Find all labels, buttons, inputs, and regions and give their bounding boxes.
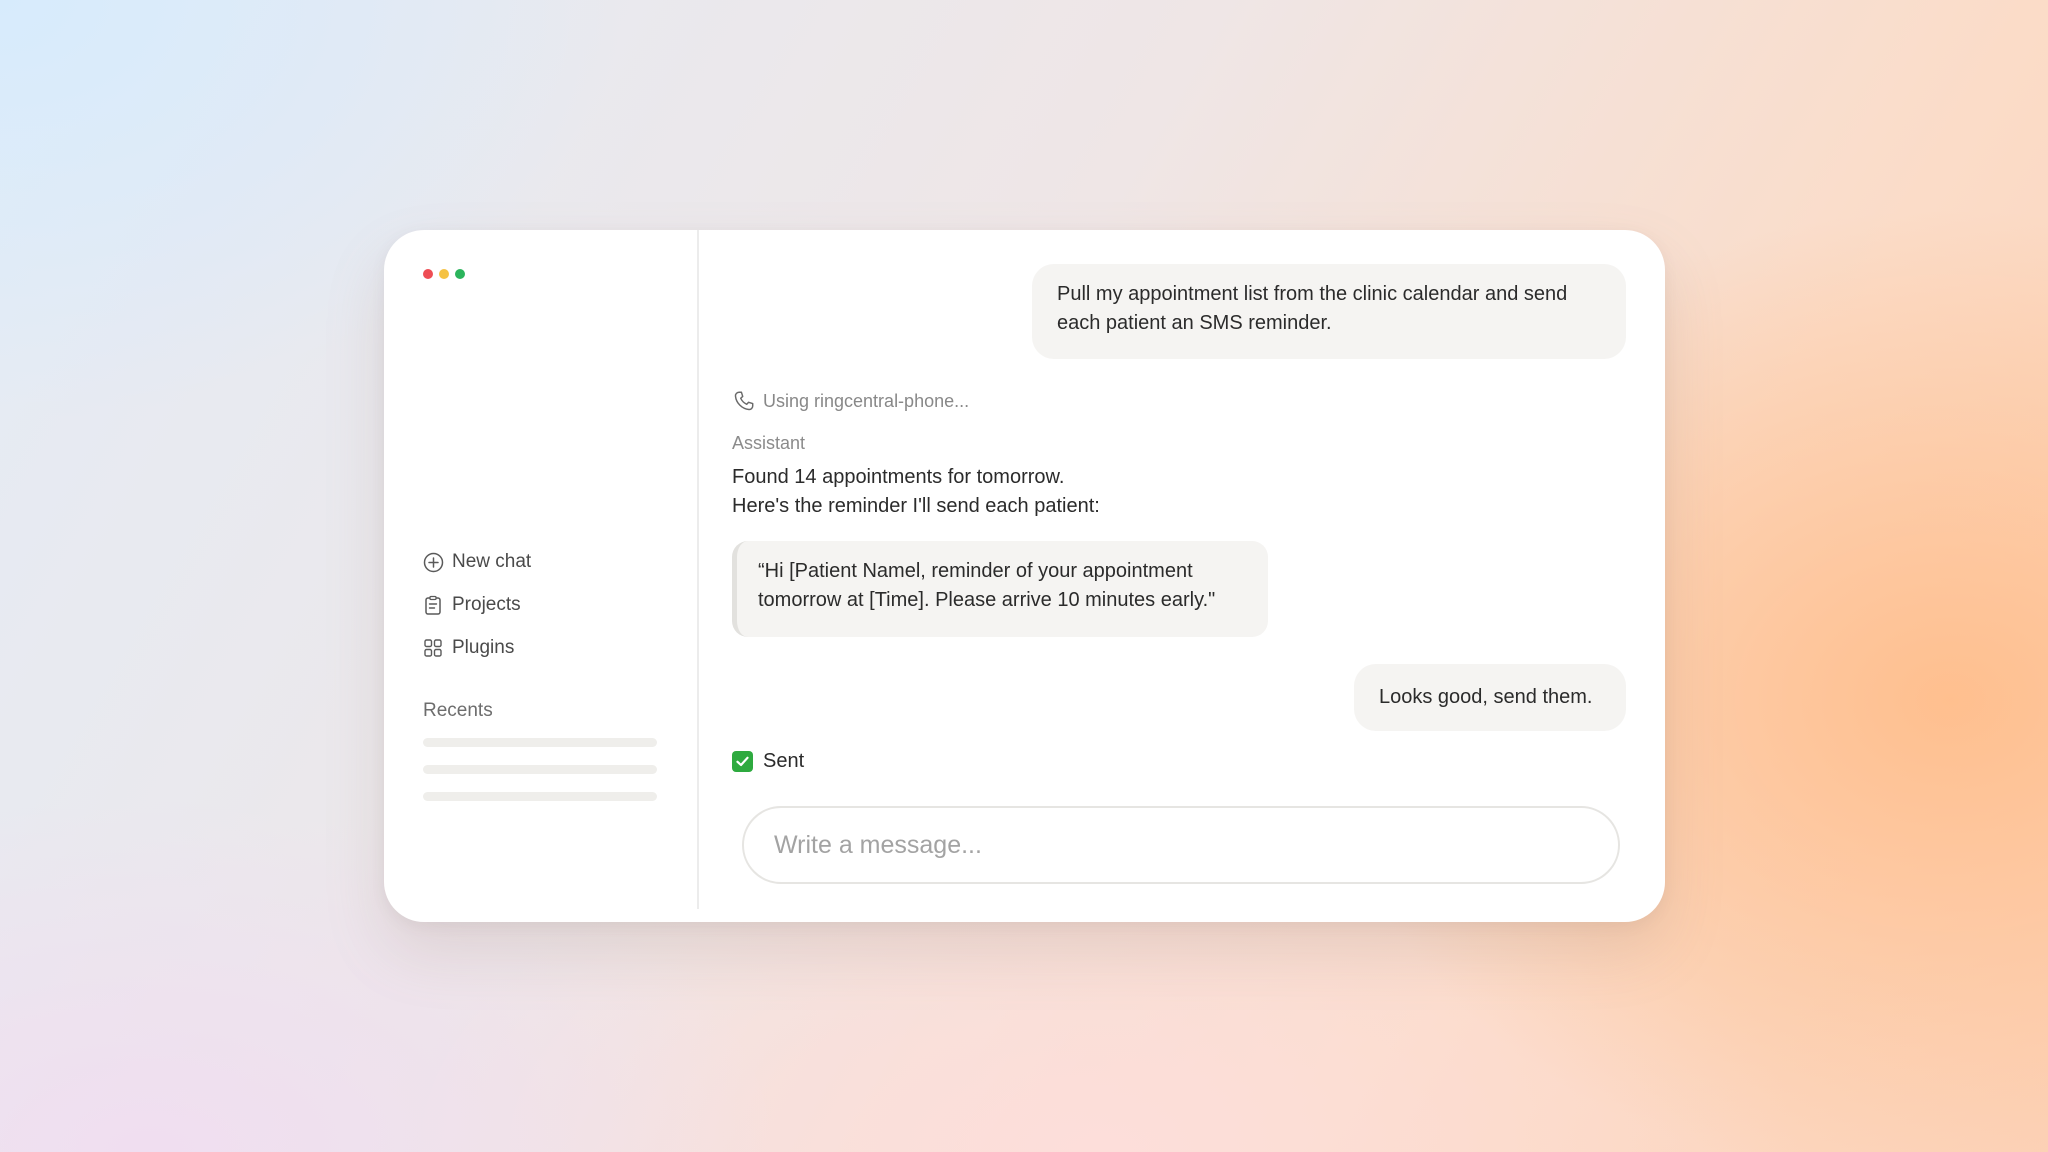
sidebar-item-label: Projects	[452, 594, 521, 615]
recent-chat-placeholder[interactable]	[423, 738, 657, 747]
check-box-icon	[732, 750, 753, 772]
minimize-window-button[interactable]	[439, 269, 449, 279]
message-input[interactable]	[772, 829, 1618, 861]
close-window-button[interactable]	[423, 269, 433, 279]
reminder-quote: “Hi [Patient Namel, reminder of your app…	[732, 541, 1268, 637]
assistant-message-line: Found 14 appointments for tomorrow.	[732, 466, 1065, 488]
plus-circle-icon	[422, 551, 444, 573]
sidebar-divider	[697, 230, 699, 909]
tool-use-indicator: Using ringcentral-phone...	[732, 387, 969, 415]
user-message: Looks good, send them.	[1354, 664, 1626, 731]
sidebar-item-label: Plugins	[452, 637, 515, 658]
tool-use-text: Using ringcentral-phone...	[763, 390, 970, 411]
clipboard-icon	[422, 594, 444, 616]
sent-status-text: Sent	[763, 749, 805, 772]
maximize-window-button[interactable]	[455, 269, 465, 279]
grid-icon	[422, 637, 444, 659]
recent-chat-placeholder[interactable]	[423, 792, 657, 801]
sent-status: Sent	[732, 746, 804, 776]
assistant-label: Assistant	[732, 433, 806, 453]
message-composer[interactable]	[742, 806, 1620, 884]
sidebar-item-label: New chat	[452, 551, 532, 572]
phone-icon	[732, 389, 756, 413]
sidebar-item-plugins[interactable]: Plugins	[422, 634, 514, 662]
sidebar-item-projects[interactable]: Projects	[422, 591, 521, 619]
assistant-message-line: Here's the reminder I'll send each patie…	[732, 495, 1100, 517]
app-window: New chat Projects Plugins Recents Pull m…	[384, 230, 1665, 922]
recent-chat-placeholder[interactable]	[423, 765, 657, 774]
recents-heading: Recents	[423, 700, 493, 721]
user-message: Pull my appointment list from the clinic…	[1032, 264, 1626, 359]
sidebar: New chat Projects Plugins Recents	[384, 230, 697, 922]
sidebar-item-new-chat[interactable]: New chat	[422, 548, 531, 576]
